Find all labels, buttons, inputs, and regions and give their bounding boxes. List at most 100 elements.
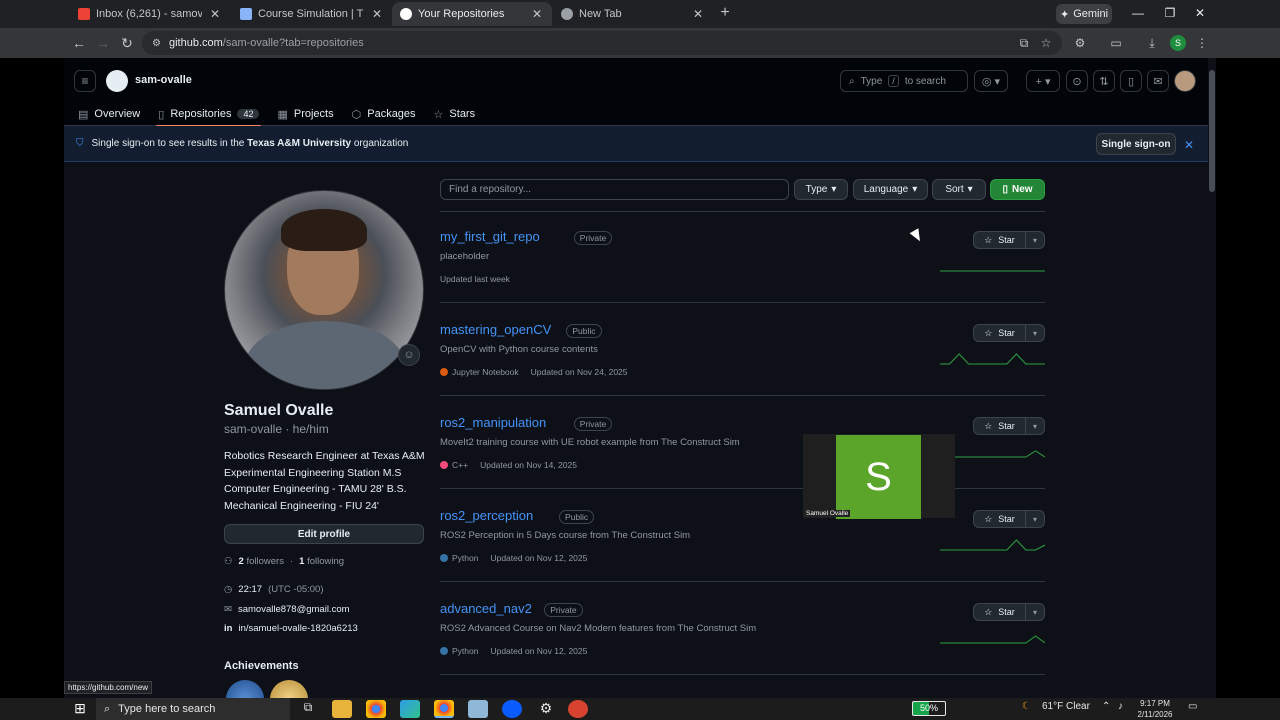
file-explorer-icon[interactable] (332, 700, 352, 718)
star-button[interactable]: ☆ Star ▾ (973, 231, 1045, 249)
gemini-icon: ✦ (1059, 8, 1070, 21)
battery-indicator[interactable]: 50% (912, 701, 946, 716)
followers-link[interactable]: 2 followers (239, 556, 284, 567)
browser-tab-gmail[interactable]: Inbox (6,261) - samovalle878@ ✕ (70, 2, 230, 26)
issues-button[interactable]: ⊙ (1066, 70, 1088, 92)
scrollbar[interactable] (1208, 58, 1216, 698)
bookmark-star-icon[interactable]: ☆ (1038, 35, 1054, 51)
user-avatar[interactable] (1174, 70, 1196, 92)
zoom-video-tile[interactable]: S Samuel Ovalle (803, 434, 955, 519)
scrollbar-thumb[interactable] (1209, 70, 1215, 192)
profile-avatar-icon[interactable]: S (1170, 35, 1186, 51)
forward-icon[interactable]: → (94, 34, 112, 52)
browser-tab-construct[interactable]: Course Simulation | The Constr ✕ (232, 2, 392, 26)
following-link[interactable]: 1 following (299, 556, 344, 567)
install-app-icon[interactable]: ⧉ (1016, 35, 1032, 51)
find-repository-input[interactable]: Find a repository... (440, 179, 789, 200)
chrome-app-icon[interactable] (366, 700, 386, 718)
repo-meta: Updated last week (440, 274, 510, 284)
windows-start-icon[interactable]: ⊞ (70, 700, 90, 718)
set-status-smiley-icon[interactable]: ☺ (398, 344, 420, 366)
close-icon[interactable]: ✕ (691, 7, 705, 21)
star-list-dropdown[interactable]: ▾ (1026, 515, 1044, 524)
linkedin-link[interactable]: in/samuel-ovalle-1820a6213 (238, 623, 357, 634)
star-button[interactable]: ☆ Star ▾ (973, 603, 1045, 621)
tab-stars[interactable]: ☆ Stars (434, 102, 476, 126)
achievement-badge[interactable] (270, 680, 308, 698)
close-icon[interactable]: ✕ (208, 7, 222, 21)
language-filter-button[interactable]: Language ▾ (853, 179, 928, 200)
search-input[interactable]: ⌕ Type / to search (840, 70, 968, 92)
tab-title: New Tab (579, 8, 622, 20)
header-username[interactable]: sam-ovalle (135, 74, 192, 86)
tab-repositories[interactable]: ▯ Repositories 42 (156, 102, 262, 127)
browser-tab-repositories[interactable]: Your Repositories ✕ (392, 2, 552, 26)
site-info-icon[interactable]: ⚙ (152, 38, 161, 49)
star-main[interactable]: ☆ Star (974, 232, 1026, 248)
edge-app-icon[interactable] (400, 700, 420, 718)
chrome-active-app-icon[interactable] (434, 700, 454, 718)
settings-gear-icon[interactable]: ⚙ (536, 700, 556, 718)
repositories-button[interactable]: ▯ (1120, 70, 1142, 92)
create-new-button[interactable]: + ▾ (1026, 70, 1060, 92)
star-button[interactable]: ☆ Star ▾ (973, 324, 1045, 342)
star-main[interactable]: ☆ Star (974, 325, 1026, 341)
task-view-icon[interactable]: ⧉ (298, 700, 318, 718)
zoom-app-icon[interactable] (502, 700, 522, 718)
new-tab-button[interactable]: + (716, 4, 734, 22)
gemini-button[interactable]: ✦ Gemini (1056, 4, 1112, 24)
tab-projects[interactable]: ▦ Projects (277, 102, 333, 126)
email-row: ✉ samovalle878@gmail.com (224, 604, 350, 615)
download-icon[interactable]: ⤓ (1144, 35, 1160, 51)
pull-requests-button[interactable]: ⇅ (1093, 70, 1115, 92)
minimize-button[interactable]: — (1128, 6, 1148, 20)
reload-icon[interactable]: ↻ (118, 34, 136, 52)
hamburger-menu-icon[interactable]: ≡ (74, 70, 96, 92)
microphone-icon[interactable]: ♪ (1118, 701, 1123, 712)
address-bar[interactable]: ⚙ github.com/sam-ovalle?tab=repositories (142, 31, 1062, 55)
star-main[interactable]: ☆ Star (974, 511, 1026, 527)
star-list-dropdown[interactable]: ▾ (1026, 422, 1044, 431)
type-filter-button[interactable]: Type ▾ (794, 179, 848, 200)
tab-packages[interactable]: ⬡ Packages (352, 102, 416, 126)
single-sign-on-button[interactable]: Single sign-on (1096, 133, 1176, 155)
back-icon[interactable]: ← (70, 34, 88, 52)
new-repository-button[interactable]: ▯ New (990, 179, 1045, 200)
edit-profile-button[interactable]: Edit profile (224, 524, 424, 544)
inbox-button[interactable]: ✉ (1147, 70, 1169, 92)
window-close-button[interactable]: ✕ (1190, 6, 1210, 20)
taskbar-search-input[interactable]: ⌕ Type here to search (96, 698, 290, 720)
taskbar-clock[interactable]: 9:17 PM 2/11/2026 (1136, 698, 1174, 720)
email-link[interactable]: samovalle878@gmail.com (238, 604, 350, 615)
notepad-app-icon[interactable] (468, 700, 488, 718)
notifications-icon[interactable]: ▭ (1188, 701, 1197, 712)
tab-overview[interactable]: ▤ Overview (78, 102, 140, 126)
repo-name-link[interactable]: my_first_git_repo (440, 229, 540, 244)
weather-text[interactable]: 61°F Clear (1042, 701, 1090, 712)
repo-name-link[interactable]: advanced_nav2 (440, 601, 532, 616)
star-list-dropdown[interactable]: ▾ (1026, 329, 1044, 338)
menu-kebab-icon[interactable]: ⋮ (1194, 35, 1210, 51)
repo-name-link[interactable]: ros2_manipulation (440, 415, 546, 430)
tab-search-icon[interactable]: ▭ (1108, 35, 1124, 51)
close-icon[interactable]: ✕ (1184, 138, 1194, 152)
close-icon[interactable]: ✕ (530, 7, 544, 21)
recorder-app-icon[interactable] (568, 700, 588, 718)
star-list-dropdown[interactable]: ▾ (1026, 236, 1044, 245)
star-list-dropdown[interactable]: ▾ (1026, 608, 1044, 617)
sort-button[interactable]: Sort ▾ (932, 179, 986, 200)
browser-tab-newtab[interactable]: New Tab ✕ (553, 2, 713, 26)
extensions-icon[interactable]: ⚙ (1072, 35, 1088, 51)
star-button[interactable]: ☆ Star ▾ (973, 510, 1045, 528)
repo-name-link[interactable]: ros2_perception (440, 508, 533, 523)
close-icon[interactable]: ✕ (370, 7, 384, 21)
copilot-button[interactable]: ◎ ▾ (974, 70, 1008, 92)
github-logo-icon[interactable] (106, 70, 128, 92)
star-button[interactable]: ☆ Star ▾ (973, 417, 1045, 435)
repo-name-link[interactable]: mastering_openCV (440, 322, 551, 337)
star-main[interactable]: ☆ Star (974, 604, 1026, 620)
tray-chevron-icon[interactable]: ⌃ (1102, 701, 1110, 712)
star-main[interactable]: ☆ Star (974, 418, 1026, 434)
achievement-badge[interactable] (226, 680, 264, 698)
maximize-button[interactable]: ❐ (1160, 6, 1180, 20)
